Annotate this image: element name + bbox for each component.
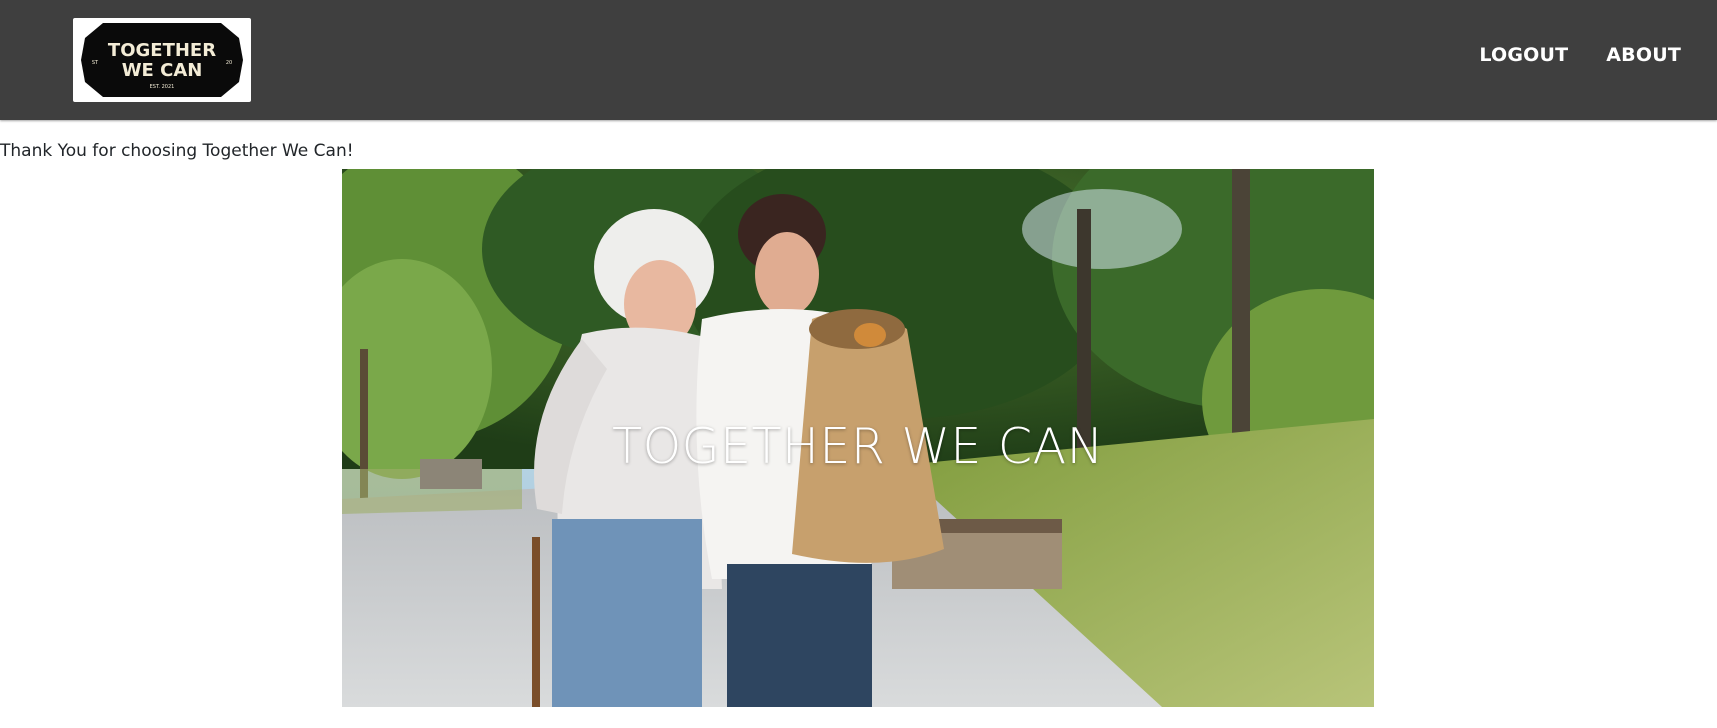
hero-banner: TOGETHER WE CAN	[342, 169, 1374, 707]
svg-text:20: 20	[226, 60, 232, 66]
logo-badge-icon: TOGETHER WE CAN EST. 2021 ST 20	[81, 23, 243, 97]
svg-text:TOGETHER: TOGETHER	[108, 40, 216, 61]
thank-you-message: Thank You for choosing Together We Can!	[0, 141, 354, 161]
nav-about-link[interactable]: ABOUT	[1606, 44, 1681, 66]
nav-logout-link[interactable]: LOGOUT	[1479, 44, 1568, 66]
svg-text:EST. 2021: EST. 2021	[150, 84, 175, 90]
hero-title: TOGETHER WE CAN	[612, 418, 1104, 475]
top-navbar: TOGETHER WE CAN EST. 2021 ST 20 LOGOUT A…	[0, 0, 1717, 120]
nav-links: LOGOUT ABOUT	[1479, 44, 1681, 66]
brand-logo[interactable]: TOGETHER WE CAN EST. 2021 ST 20	[73, 18, 251, 102]
svg-text:WE CAN: WE CAN	[122, 60, 203, 81]
svg-text:ST: ST	[92, 60, 99, 66]
